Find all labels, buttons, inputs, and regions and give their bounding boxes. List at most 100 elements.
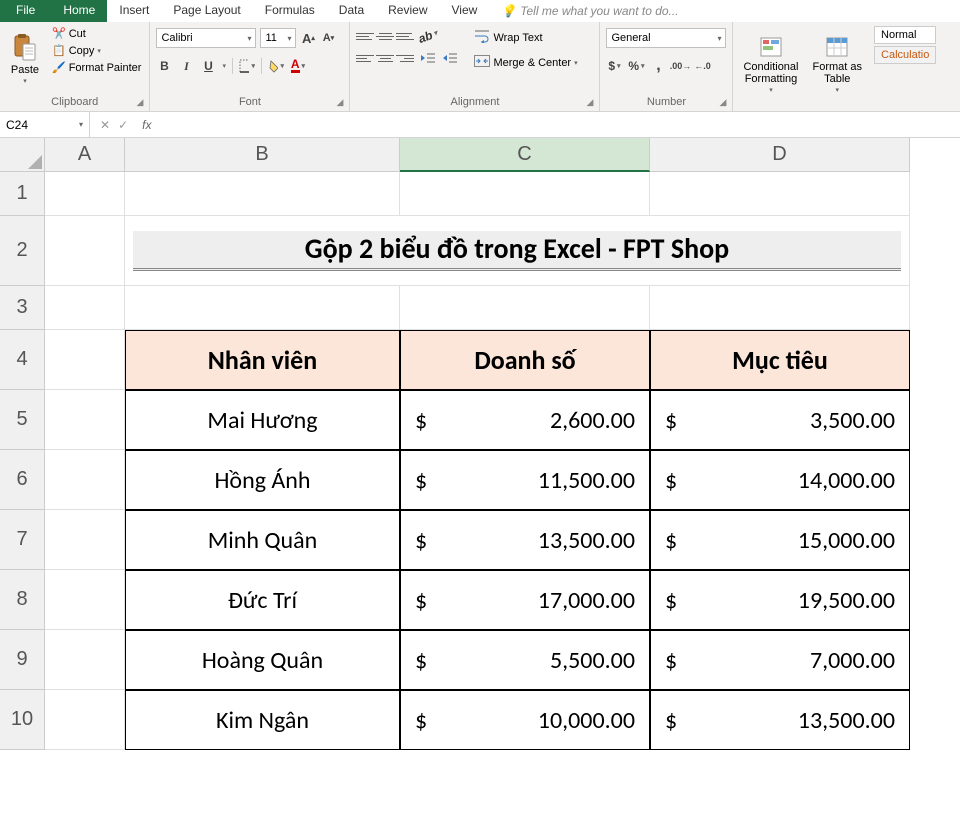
align-middle-icon[interactable] xyxy=(376,29,394,43)
table-header[interactable]: Doanh số xyxy=(400,330,650,390)
fx-icon[interactable]: fx xyxy=(136,118,151,132)
align-center-icon[interactable] xyxy=(376,51,394,65)
table-cell[interactable]: $3,500.00 xyxy=(650,390,910,450)
format-as-table-button[interactable]: Format as Table▾ xyxy=(809,24,867,106)
decrease-font-icon[interactable]: A▾ xyxy=(320,30,336,46)
title-cell[interactable]: Gộp 2 biểu đồ trong Excel - FPT Shop xyxy=(125,216,910,286)
dialog-launcher-icon[interactable]: ◢ xyxy=(337,97,344,108)
table-cell[interactable]: Hoàng Quân xyxy=(125,630,400,690)
table-cell[interactable]: Hồng Ánh xyxy=(125,450,400,510)
merge-center-button[interactable]: Merge & Center ▾ xyxy=(472,53,579,72)
tab-insert[interactable]: Insert xyxy=(107,0,161,22)
cell[interactable] xyxy=(125,172,400,216)
cut-button[interactable]: ✂️ Cut xyxy=(50,26,143,41)
number-format-combo[interactable]: General▾ xyxy=(606,28,726,48)
table-cell[interactable]: $15,000.00 xyxy=(650,510,910,570)
row-header-8[interactable]: 8 xyxy=(0,570,45,630)
comma-style-button[interactable]: , xyxy=(650,58,666,74)
row-header-1[interactable]: 1 xyxy=(0,172,45,216)
formula-input[interactable] xyxy=(161,112,960,137)
name-box[interactable]: C24▾ xyxy=(0,112,90,137)
col-header-a[interactable]: A xyxy=(45,138,125,172)
fill-color-button[interactable] xyxy=(268,58,284,74)
tab-review[interactable]: Review xyxy=(376,0,439,22)
align-left-icon[interactable] xyxy=(356,51,374,65)
table-cell[interactable]: Mai Hương xyxy=(125,390,400,450)
row-header-9[interactable]: 9 xyxy=(0,630,45,690)
font-size-combo[interactable]: 11▾ xyxy=(260,28,296,48)
table-cell[interactable]: $10,000.00 xyxy=(400,690,650,750)
col-header-d[interactable]: D xyxy=(650,138,910,172)
align-right-icon[interactable] xyxy=(396,51,414,65)
chevron-down-icon[interactable]: ▾ xyxy=(222,62,226,70)
cell[interactable] xyxy=(125,286,400,330)
cell[interactable] xyxy=(45,690,125,750)
table-header[interactable]: Mục tiêu xyxy=(650,330,910,390)
cell[interactable] xyxy=(45,390,125,450)
dialog-launcher-icon[interactable]: ◢ xyxy=(137,97,144,108)
cell[interactable] xyxy=(45,330,125,390)
conditional-formatting-button[interactable]: Conditional Formatting▾ xyxy=(739,24,802,106)
dialog-launcher-icon[interactable]: ◢ xyxy=(587,97,594,108)
increase-indent-icon[interactable] xyxy=(442,50,458,66)
dialog-launcher-icon[interactable]: ◢ xyxy=(720,97,727,108)
tab-file[interactable]: File xyxy=(0,0,51,22)
tab-formulas[interactable]: Formulas xyxy=(253,0,327,22)
cell[interactable] xyxy=(400,172,650,216)
table-cell[interactable]: Đức Trí xyxy=(125,570,400,630)
tab-view[interactable]: View xyxy=(440,0,490,22)
cell-style-calculation[interactable]: Calculatio xyxy=(874,46,936,64)
table-cell[interactable]: $2,600.00 xyxy=(400,390,650,450)
align-top-icon[interactable] xyxy=(356,29,374,43)
cell[interactable] xyxy=(45,510,125,570)
borders-button[interactable] xyxy=(239,58,255,74)
cell[interactable] xyxy=(45,286,125,330)
cell[interactable] xyxy=(400,286,650,330)
table-cell[interactable]: $5,500.00 xyxy=(400,630,650,690)
cancel-icon[interactable]: ✕ xyxy=(100,118,110,132)
cell[interactable] xyxy=(45,570,125,630)
italic-button[interactable]: I xyxy=(178,58,194,74)
cell[interactable] xyxy=(45,450,125,510)
font-color-button[interactable]: A xyxy=(290,58,306,74)
row-header-7[interactable]: 7 xyxy=(0,510,45,570)
table-cell[interactable]: $13,500.00 xyxy=(400,510,650,570)
orientation-button[interactable]: ab xyxy=(418,26,439,47)
paste-button[interactable]: Paste ▾ xyxy=(6,24,44,94)
cell[interactable] xyxy=(650,286,910,330)
table-cell[interactable]: $14,000.00 xyxy=(650,450,910,510)
table-cell[interactable]: $13,500.00 xyxy=(650,690,910,750)
table-cell[interactable]: $11,500.00 xyxy=(400,450,650,510)
copy-button[interactable]: 📋 Copy ▾ xyxy=(50,43,143,58)
select-all-corner[interactable] xyxy=(0,138,45,172)
col-header-c[interactable]: C xyxy=(400,138,650,172)
percent-button[interactable]: % xyxy=(628,58,644,74)
font-name-combo[interactable]: Calibri▾ xyxy=(156,28,256,48)
cell[interactable] xyxy=(650,172,910,216)
row-header-2[interactable]: 2 xyxy=(0,216,45,286)
tab-home[interactable]: Home xyxy=(51,0,107,22)
underline-button[interactable]: U xyxy=(200,58,216,74)
row-header-10[interactable]: 10 xyxy=(0,690,45,750)
bold-button[interactable]: B xyxy=(156,58,172,74)
accounting-format-button[interactable]: $ xyxy=(606,58,622,74)
decrease-decimal-icon[interactable]: ←.0 xyxy=(694,58,710,74)
tell-me[interactable]: 💡 Tell me what you want to do... xyxy=(489,0,690,22)
tab-data[interactable]: Data xyxy=(327,0,376,22)
increase-font-icon[interactable]: A▴ xyxy=(300,30,316,46)
table-cell[interactable]: Kim Ngân xyxy=(125,690,400,750)
table-cell[interactable]: $7,000.00 xyxy=(650,630,910,690)
enter-icon[interactable]: ✓ xyxy=(118,118,128,132)
cell[interactable] xyxy=(45,216,125,286)
tab-page-layout[interactable]: Page Layout xyxy=(161,0,252,22)
format-painter-button[interactable]: 🖌️ Format Painter xyxy=(50,60,143,75)
table-cell[interactable]: Minh Quân xyxy=(125,510,400,570)
wrap-text-button[interactable]: Wrap Text xyxy=(472,28,579,47)
cell[interactable] xyxy=(45,172,125,216)
table-cell[interactable]: $17,000.00 xyxy=(400,570,650,630)
row-header-6[interactable]: 6 xyxy=(0,450,45,510)
decrease-indent-icon[interactable] xyxy=(420,50,436,66)
row-header-4[interactable]: 4 xyxy=(0,330,45,390)
table-cell[interactable]: $19,500.00 xyxy=(650,570,910,630)
align-bottom-icon[interactable] xyxy=(396,29,414,43)
